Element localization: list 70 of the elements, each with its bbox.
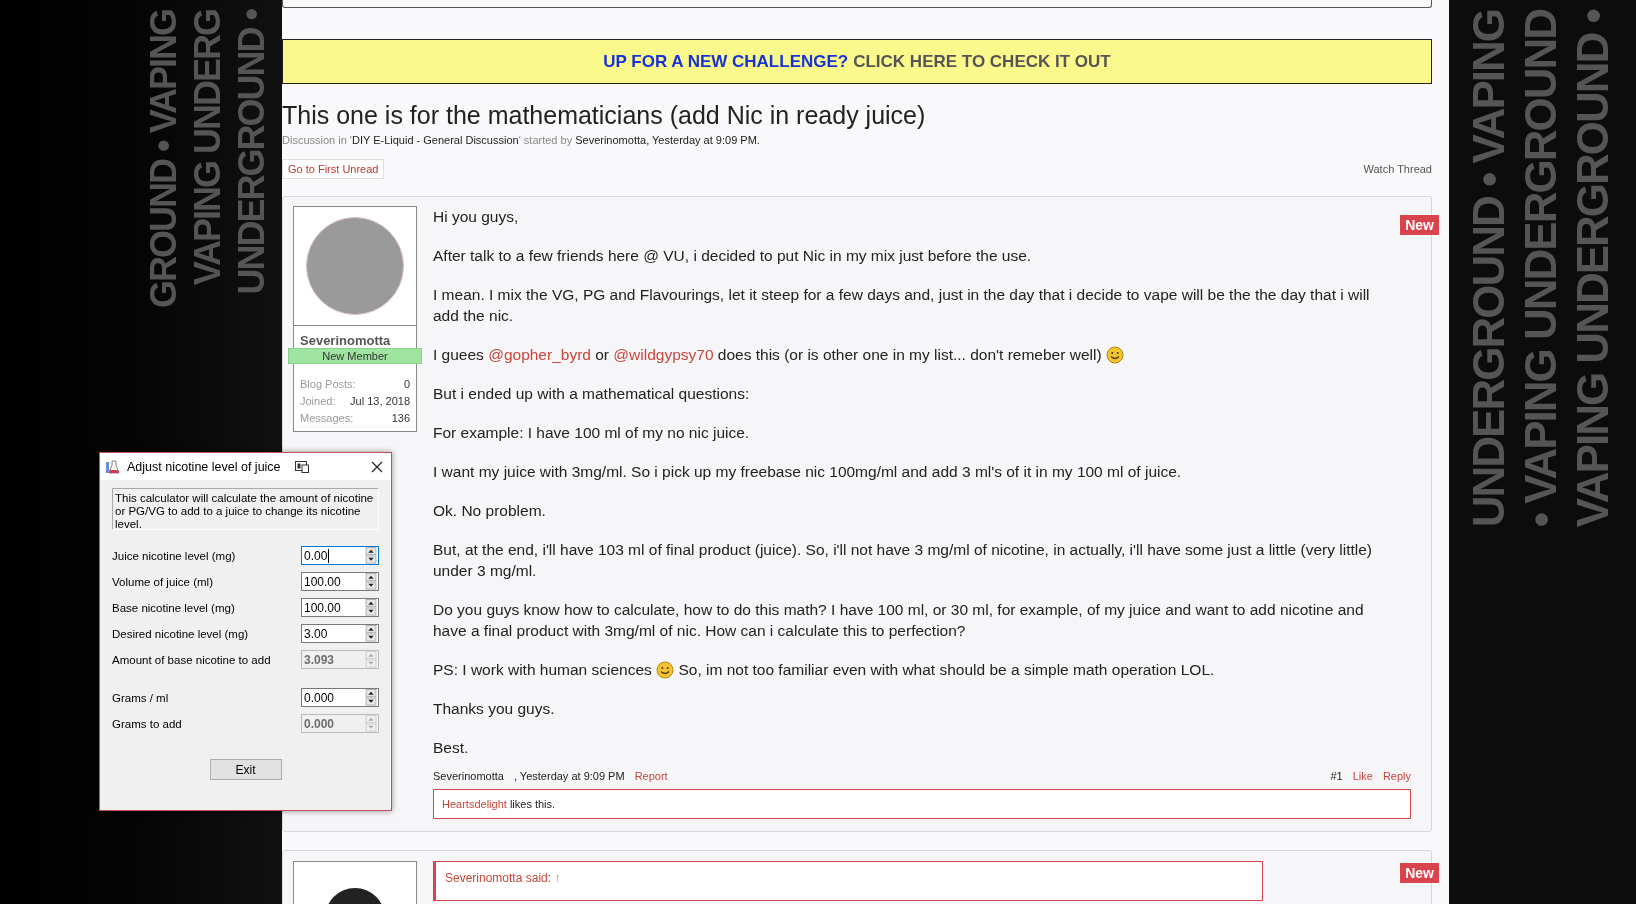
field-label: Desired nicotine level (mg) xyxy=(112,627,249,640)
window-snap-icon[interactable] xyxy=(294,460,309,473)
banner-text: UNDERGROUND • VAPING xyxy=(1465,10,1513,528)
likes-text: likes this. xyxy=(508,798,556,810)
post-paragraph: After talk to a few friends here @ VU, i decided to put Nic in my mix just before the use. xyxy=(433,246,1033,266)
first-unread-button[interactable]: Go to First Unread xyxy=(282,159,385,179)
username[interactable]: Severinomotta xyxy=(294,326,416,348)
field-label: Grams to add xyxy=(112,717,182,730)
mention-link[interactable]: @wildgypsy70 xyxy=(613,346,714,363)
mention-link[interactable]: @gopher_byrd xyxy=(488,346,591,363)
spin-arrows-icon[interactable] xyxy=(365,547,377,564)
report-link[interactable]: Report xyxy=(634,770,668,782)
number-field[interactable]: 100.00 xyxy=(301,572,379,591)
rank-badge: New Member xyxy=(288,348,422,364)
number-field[interactable]: 100.00 xyxy=(301,598,379,617)
spin-arrows-icon[interactable] xyxy=(365,689,377,706)
post-paragraph: But, at the end, i'll have 103 ml of final product (juice). So, i'll not have 3 mg/ml of nicotine, in actually, i'll have some just a little (very little) under 3 mg/ml. xyxy=(433,540,1374,581)
smiley-icon xyxy=(656,661,675,679)
like-link[interactable]: Like xyxy=(1352,770,1373,782)
close-icon[interactable] xyxy=(371,460,383,473)
post-number-link[interactable]: #1 xyxy=(1330,770,1343,782)
promo-banner[interactable]: UP FOR A NEW CHALLENGE? CLICK HERE TO CHECK IT OUT xyxy=(282,39,1432,84)
field-label: Amount of base nicotine to add xyxy=(112,653,271,666)
post-date: , Yesterday at 9:09 PM xyxy=(513,770,625,782)
spin-arrows-icon[interactable] xyxy=(365,599,377,616)
field-label: Grams / ml xyxy=(112,691,169,704)
post-paragraph: I guees @gopher_byrd or @wildgypsy70 does this (or is other one in my list... don't remeber well) xyxy=(433,344,1393,365)
stat-label: Joined: xyxy=(300,394,336,409)
post-paragraph: PS: I work with human sciences So, im not too familiar even with what should be a simple math operation LOL. xyxy=(433,660,1216,680)
flask-icon xyxy=(105,458,121,475)
stat-label: Blog Posts: xyxy=(300,377,356,392)
post-paragraph: I want my juice with 3mg/ml. So i pick up my freebase nic 100mg/ml and add 3 ml's of it in my 100 ml of juice. xyxy=(433,462,1183,482)
thread-meta: Discussion in 'DIY E-Liquid - General Discussion' started by Severinomotta, Yesterday at 9:09 PM. xyxy=(282,134,761,146)
banner-text: • VAPING UNDERGROUND xyxy=(1517,10,1565,528)
number-field[interactable]: 0.00 xyxy=(301,546,379,565)
window-title: Adjust nicotine level of juice xyxy=(127,459,281,474)
stat-value: 136 xyxy=(391,411,410,426)
post-paragraph: Thanks you guys. xyxy=(433,699,556,719)
banner-text: GROUND • VAPING xyxy=(144,10,184,308)
new-badge: New xyxy=(1400,863,1439,883)
thread-title: This one is for the mathematicians (add Nic in ready juice) xyxy=(282,101,927,130)
stat-value: 0 xyxy=(403,377,410,392)
banner-text: VAPING UNDERG xyxy=(188,10,228,286)
post-paragraph: Best. xyxy=(433,738,470,758)
post-paragraph: Do you guys know how to calculate, how to do this math? I have 100 ml, or 30 ml, for example, of my juice and want to add nicotine and have a final product with 3mg/ml of nic. How can i calculate this to perfection? xyxy=(433,600,1365,641)
new-badge: New xyxy=(1400,215,1439,235)
description-text: This calculator will calculate the amount of nicotine or PG/VG to add to a juice to change its nicotine level. xyxy=(112,488,379,530)
quote-author-link[interactable]: Severinomotta said: xyxy=(445,871,552,885)
banner-text: VAPING UNDERGROUND • xyxy=(1569,10,1617,528)
exit-button[interactable]: Exit xyxy=(209,759,282,780)
smiley-icon xyxy=(1105,346,1124,364)
liker-link[interactable]: Heartsdelight xyxy=(442,798,507,810)
field-label: Juice nicotine level (mg) xyxy=(112,549,236,562)
field-label: Base nicotine level (mg) xyxy=(112,601,235,614)
author-link[interactable]: Severinomotta xyxy=(433,770,504,782)
number-field[interactable]: 0.000 xyxy=(301,688,379,707)
stat-value: Jul 13, 2018 xyxy=(350,394,410,409)
field-label: Volume of juice (ml) xyxy=(112,575,213,588)
spin-arrows-icon[interactable] xyxy=(365,625,377,642)
post-paragraph: For example: I have 100 ml of my no nic juice. xyxy=(433,423,751,443)
number-field[interactable]: 3.00 xyxy=(301,624,379,643)
stat-label: Messages: xyxy=(300,411,354,426)
post-paragraph: I mean. I mix the VG, PG and Flavourings, let it steep for a few days and, just in the day that i decide to vape will be the the day that i will add the nic. xyxy=(433,285,1371,326)
post-paragraph: Hi you guys, xyxy=(433,207,520,227)
banner-text: UNDERGROUND • xyxy=(232,10,272,295)
post-paragraph: Ok. No problem. xyxy=(433,501,547,521)
watch-thread-link[interactable]: Watch Thread xyxy=(1363,163,1432,175)
reply-link[interactable]: Reply xyxy=(1382,770,1411,782)
spin-arrows-icon[interactable] xyxy=(365,573,377,590)
post-paragraph: But i ended up with a mathematical questions: xyxy=(433,384,751,404)
